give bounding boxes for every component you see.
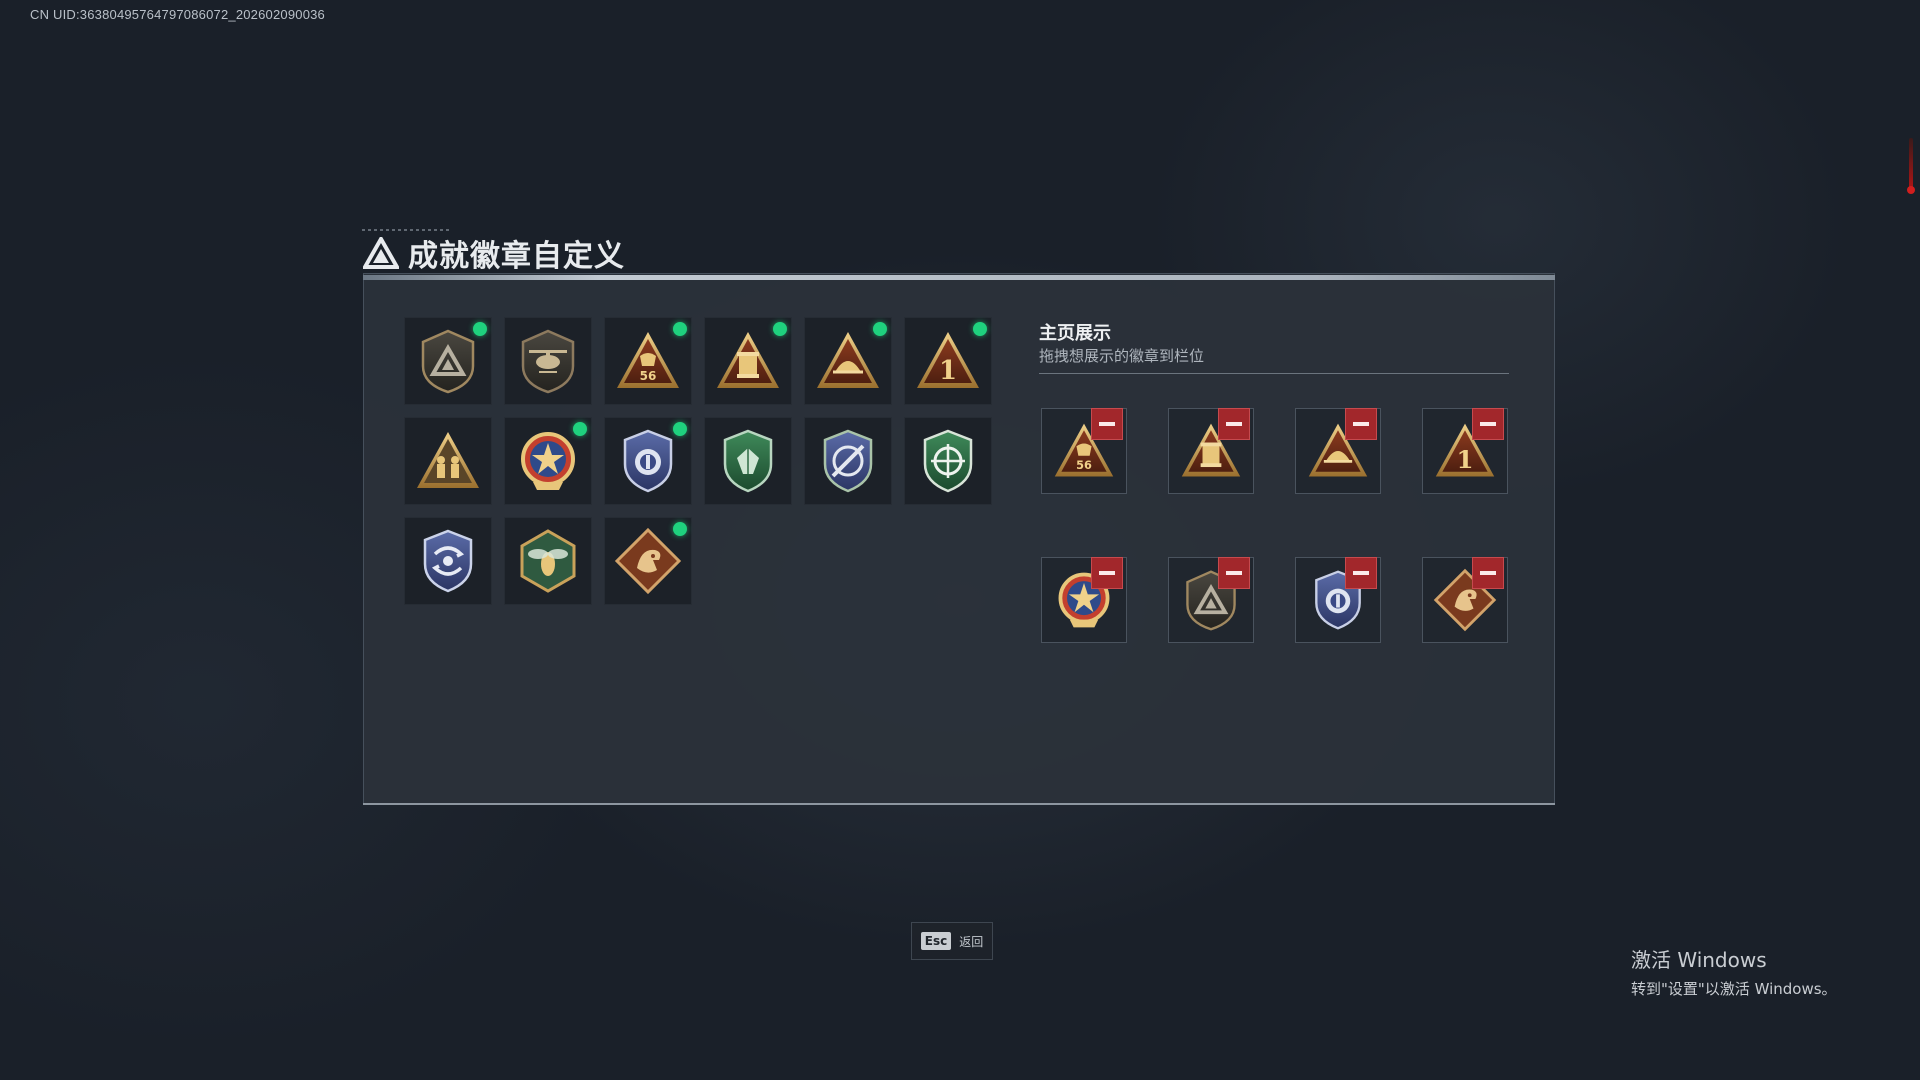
remove-badge-button[interactable] bbox=[1091, 557, 1123, 589]
watermark-line-2: 转到"设置"以激活 Windows。 bbox=[1631, 980, 1837, 998]
badge-slot-helicopter-shield[interactable] bbox=[504, 317, 592, 405]
badge-slot-police-shield[interactable] bbox=[604, 417, 692, 505]
number-one-badge-icon: 1 bbox=[913, 326, 983, 396]
remove-badge-button[interactable] bbox=[1218, 557, 1250, 589]
target-green-shield-badge-icon bbox=[923, 429, 973, 493]
back-button[interactable]: Esc 返回 bbox=[911, 922, 993, 960]
showcase-slot-4[interactable]: 1 bbox=[1422, 408, 1508, 494]
triangle-shield-badge-icon bbox=[421, 329, 475, 394]
new-indicator-dot bbox=[473, 322, 487, 336]
badge-slot-wasp-hexagon[interactable] bbox=[504, 517, 592, 605]
green-gem-shield-badge-icon bbox=[723, 429, 773, 493]
svg-text:1: 1 bbox=[1456, 445, 1473, 474]
showcase-divider bbox=[1039, 373, 1509, 374]
badge-slot-shell[interactable] bbox=[804, 317, 892, 405]
wasp-hexagon-badge-icon bbox=[520, 529, 576, 593]
dragon-diamond-badge-icon bbox=[614, 527, 682, 595]
edge-indicator bbox=[1907, 138, 1915, 194]
esc-key-icon: Esc bbox=[920, 932, 952, 950]
showcase-slot-6[interactable] bbox=[1168, 557, 1254, 643]
showcase-title: 主页展示 bbox=[1039, 323, 1111, 344]
remove-badge-button[interactable] bbox=[1472, 408, 1504, 440]
new-indicator-dot bbox=[673, 422, 687, 436]
mask-56-badge-icon: 56 bbox=[613, 326, 683, 396]
player-uid: CN UID:3638049576479708607​2_20260209003… bbox=[30, 7, 325, 22]
showcase-slot-3[interactable] bbox=[1295, 408, 1381, 494]
showcase-slot-7[interactable] bbox=[1295, 557, 1381, 643]
new-indicator-dot bbox=[773, 322, 787, 336]
showcase-slot-2[interactable] bbox=[1168, 408, 1254, 494]
arrows-blue-shield-badge-icon bbox=[423, 529, 473, 593]
showcase-slot-1[interactable]: 56 bbox=[1041, 408, 1127, 494]
new-indicator-dot bbox=[573, 422, 587, 436]
remove-badge-button[interactable] bbox=[1345, 557, 1377, 589]
new-indicator-dot bbox=[673, 522, 687, 536]
badge-slot-arrows-blue[interactable] bbox=[404, 517, 492, 605]
badge-slot-dragon-diamond[interactable] bbox=[604, 517, 692, 605]
remove-badge-button[interactable] bbox=[1218, 408, 1250, 440]
back-label: 返回 bbox=[959, 934, 984, 949]
watermark-line-1: 激活 Windows bbox=[1631, 948, 1767, 972]
badge-slot-scroll[interactable] bbox=[704, 317, 792, 405]
new-indicator-dot bbox=[673, 322, 687, 336]
delta-logo-icon bbox=[363, 237, 399, 269]
remove-badge-button[interactable] bbox=[1345, 408, 1377, 440]
badge-slot-mask-56[interactable]: 56 bbox=[604, 317, 692, 405]
panel-bottom-line bbox=[363, 803, 1555, 805]
new-indicator-dot bbox=[973, 322, 987, 336]
helicopter-shield-badge-icon bbox=[521, 329, 575, 394]
soldiers-badge-icon bbox=[417, 432, 479, 488]
badge-slot-green-gem-shield[interactable] bbox=[704, 417, 792, 505]
badge-slot-triangle-shield[interactable] bbox=[404, 317, 492, 405]
panel-header: 成就徽章自定义 bbox=[363, 232, 625, 274]
badge-slot-crossed-rifle[interactable] bbox=[804, 417, 892, 505]
star-medal-badge-icon bbox=[521, 432, 575, 490]
windows-activation-watermark: 激活 Windows 转到"设置"以激活 Windows。 bbox=[1631, 944, 1837, 999]
remove-badge-button[interactable] bbox=[1472, 557, 1504, 589]
svg-text:1: 1 bbox=[939, 356, 957, 386]
page-title: 成就徽章自定义 bbox=[408, 239, 625, 274]
badge-slot-number-one[interactable]: 1 bbox=[904, 317, 992, 405]
crossed-rifle-badge-icon bbox=[823, 429, 873, 493]
badge-slot-star-medal[interactable] bbox=[504, 417, 592, 505]
svg-text:56: 56 bbox=[640, 369, 657, 383]
svg-text:56: 56 bbox=[1076, 459, 1092, 472]
remove-badge-button[interactable] bbox=[1091, 408, 1123, 440]
panel-top-bar bbox=[363, 275, 1555, 280]
badge-slot-soldiers[interactable] bbox=[404, 417, 492, 505]
shell-badge-icon bbox=[813, 326, 883, 396]
showcase-subtitle: 拖拽想展示的徽章到栏位 bbox=[1039, 347, 1205, 365]
showcase-slot-5[interactable] bbox=[1041, 557, 1127, 643]
police-shield-badge-icon bbox=[623, 429, 673, 493]
showcase-slot-8[interactable] bbox=[1422, 557, 1508, 643]
badge-slot-target-green[interactable] bbox=[904, 417, 992, 505]
scroll-badge-icon bbox=[713, 326, 783, 396]
new-indicator-dot bbox=[873, 322, 887, 336]
